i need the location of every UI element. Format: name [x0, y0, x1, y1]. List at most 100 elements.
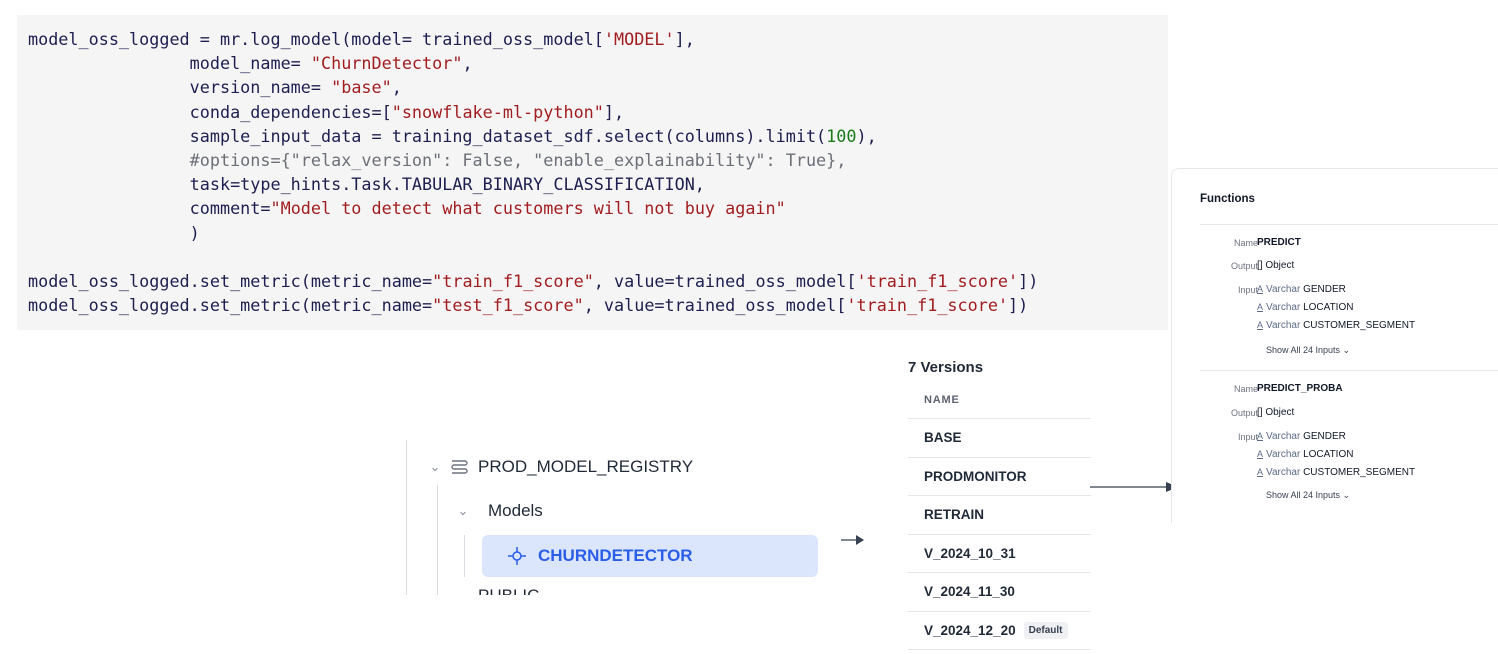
input-item: A Varchar CUSTOMER_SEGMENT — [1257, 320, 1415, 331]
name-label: Name — [1233, 384, 1258, 394]
versions-list: 7 Versions NAME BASE PRODMONITOR RETRAIN V_… — [908, 355, 1091, 650]
divider — [1200, 370, 1498, 371]
version-row[interactable]: PRODMONITOR — [908, 458, 1091, 496]
input-type: Varchar — [1266, 302, 1301, 313]
input-type: Varchar — [1266, 467, 1301, 478]
version-row[interactable]: RETRAIN — [908, 496, 1091, 535]
varchar-icon: A — [1257, 320, 1264, 330]
version-row[interactable]: V_2024_11_30 — [908, 573, 1091, 612]
chevron-down-icon[interactable]: ⌄ — [454, 503, 472, 519]
code-token: comment= — [28, 198, 271, 219]
varchar-icon: A — [1257, 302, 1264, 312]
column-header-name[interactable]: NAME — [908, 381, 1091, 419]
function-name: PREDICT_PROBA — [1257, 383, 1343, 394]
version-row[interactable]: V_2024_10_31 — [908, 535, 1091, 573]
code-line: task=type_hints.Task.TABULAR_BINARY_CLAS… — [28, 172, 1168, 196]
chevron-down-icon[interactable]: ⌄ — [426, 459, 444, 475]
functions-panel: Functions Name PREDICT Output [] Object … — [1171, 168, 1498, 523]
code-token: , — [391, 77, 402, 98]
code-line: model_oss_logged = mr.log_model(model= t… — [28, 27, 1168, 51]
code-token: sample_input_data = training_dataset_sdf… — [28, 125, 827, 146]
input-column: CUSTOMER_SEGMENT — [1303, 467, 1416, 478]
version-name: PRODMONITOR — [924, 468, 1027, 484]
functions-title: Functions — [1200, 193, 1255, 205]
chevron-right-icon[interactable]: › — [426, 589, 444, 596]
output-label: Output — [1230, 261, 1258, 271]
code-line: model_oss_logged.set_metric(metric_name=… — [28, 269, 1168, 293]
code-token: ]) — [1008, 295, 1029, 316]
arrow-right-icon — [841, 535, 864, 545]
model-icon — [508, 547, 526, 565]
code-line: #options={"relax_version": False, "enabl… — [28, 148, 1168, 172]
version-name: RETRAIN — [924, 507, 984, 523]
code-token: version_name= — [28, 77, 332, 98]
function-output: [] Object — [1257, 407, 1295, 418]
tree-item-database[interactable]: ⌄ PROD_MODEL_REGISTRY — [426, 457, 694, 477]
tree-guide-line — [406, 440, 407, 595]
partial-item-label: PUBLIC — [478, 586, 539, 595]
code-token: #options={"relax_version": False, "enabl… — [28, 149, 847, 170]
input-item: A Varchar LOCATION — [1257, 449, 1353, 460]
version-name: BASE — [924, 430, 962, 446]
code-token: , — [462, 53, 473, 74]
input-column: LOCATION — [1303, 302, 1354, 313]
show-all-inputs-link[interactable]: Show All 24 Inputs ⌄ — [1266, 345, 1350, 356]
code-line: model_oss_logged.set_metric(metric_name=… — [28, 293, 1168, 317]
name-label: Name — [1233, 238, 1258, 248]
input-type: Varchar — [1266, 431, 1301, 442]
input-item: A Varchar GENDER — [1257, 284, 1346, 295]
input-item: A Varchar LOCATION — [1257, 302, 1353, 313]
varchar-icon: A — [1257, 431, 1264, 441]
code-token: "base" — [331, 77, 392, 98]
code-token: "Model to detect what customers will not… — [270, 198, 786, 219]
input-label: Input — [1237, 285, 1258, 295]
show-all-inputs-link[interactable]: Show All 24 Inputs ⌄ — [1266, 490, 1350, 501]
tree-item-partial[interactable]: › PUBLIC — [426, 586, 540, 596]
code-token: task=type_hints.Task.TABULAR_BINARY_CLAS… — [28, 174, 705, 195]
code-token: 'train_f1_score' — [846, 295, 1009, 316]
code-token: 'train_f1_score' — [856, 270, 1019, 291]
object-explorer-tree: ⌄ PROD_MODEL_REGISTRY ⌄ Models CHURNDETE… — [406, 440, 836, 595]
input-column: CUSTOMER_SEGMENT — [1303, 320, 1416, 331]
input-label: Input — [1237, 432, 1258, 442]
code-token: conda_dependencies=[ — [28, 101, 392, 122]
version-name: V_2024_10_31 — [924, 545, 1016, 561]
tree-guide-line — [437, 485, 438, 595]
folder-label: Models — [488, 501, 543, 520]
input-column: LOCATION — [1303, 449, 1354, 460]
code-token: "snowflake-ml-python" — [391, 101, 604, 122]
tree-guide-line — [464, 535, 465, 577]
code-line: version_name= "base", — [28, 75, 1168, 99]
input-column: GENDER — [1303, 431, 1346, 442]
versions-title: 7 Versions — [908, 359, 984, 376]
code-token: model_name= — [28, 53, 311, 74]
function-output: [] Object — [1257, 260, 1295, 271]
code-token: "train_f1_score" — [432, 270, 594, 291]
output-label: Output — [1230, 408, 1258, 418]
code-token: , value=trained_oss_model[ — [593, 270, 857, 291]
input-item: A Varchar GENDER — [1257, 431, 1346, 442]
input-type: Varchar — [1266, 320, 1301, 331]
code-line: comment="Model to detect what customers … — [28, 196, 1168, 220]
code-token: "test_f1_score" — [432, 295, 584, 316]
code-token: 100 — [826, 125, 857, 146]
selected-model-label: CHURNDETECTOR — [538, 546, 693, 565]
input-type: Varchar — [1266, 449, 1301, 460]
code-token: 'MODEL' — [603, 29, 675, 49]
code-token: "ChurnDetector" — [310, 53, 463, 74]
code-line: model_name= "ChurnDetector", — [28, 51, 1168, 75]
code-token: ), — [856, 125, 877, 146]
database-name: PROD_MODEL_REGISTRY — [478, 457, 694, 476]
tree-item-models-folder[interactable]: ⌄ Models — [454, 501, 543, 521]
function-name: PREDICT — [1257, 237, 1301, 248]
code-line: sample_input_data = training_dataset_sdf… — [28, 124, 1168, 148]
version-row[interactable]: BASE — [908, 419, 1091, 458]
code-token: ], — [674, 29, 695, 49]
version-row[interactable]: V_2024_12_20 Default — [908, 612, 1091, 650]
tree-item-selected-model[interactable]: CHURNDETECTOR — [482, 535, 818, 577]
version-name: V_2024_11_30 — [924, 584, 1015, 600]
code-line: conda_dependencies=["snowflake-ml-python… — [28, 100, 1168, 124]
code-token: ]) — [1018, 270, 1039, 291]
input-item: A Varchar CUSTOMER_SEGMENT — [1257, 467, 1415, 478]
